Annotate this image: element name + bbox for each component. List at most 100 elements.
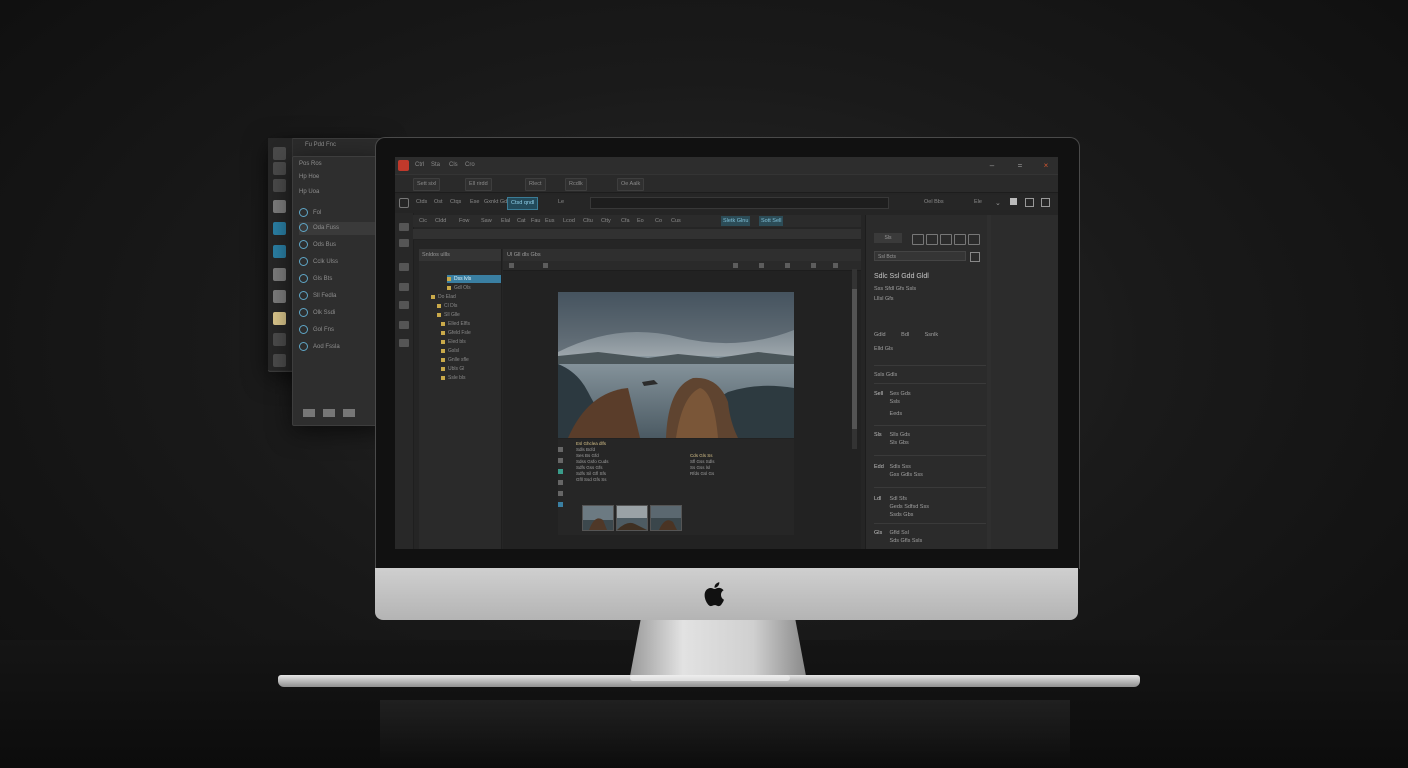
shelf-icon[interactable] [343,409,355,417]
path-segment[interactable]: Ost [431,197,446,208]
tree-row[interactable]: Gnlle sfle [441,356,469,364]
path-segment[interactable]: Ctds [413,197,430,208]
option-button[interactable]: Ell rirdd [465,178,492,191]
crop-tool-icon[interactable] [399,263,409,271]
shelf-icon[interactable] [323,409,335,417]
panel-icon[interactable] [1041,198,1050,207]
photo-icon[interactable] [273,268,286,281]
tab[interactable]: Fow [457,216,471,226]
tab[interactable]: Co [653,216,664,226]
menu-item[interactable]: Sta [431,157,440,174]
property-item[interactable]: Gls Gfld Ssl Sds Gfls Ssls [874,529,994,545]
tab-highlighted[interactable]: Sletk Glnu [721,216,751,226]
tree-row[interactable]: Elled Elfls [441,320,470,328]
minimize-button[interactable]: – [985,157,999,174]
shape-tool-icon[interactable] [399,339,409,347]
tab[interactable]: Cus [669,216,683,226]
move-tool-icon[interactable] [399,223,409,231]
path-right-item[interactable]: Ele [971,197,985,208]
thumbnail[interactable] [582,505,614,531]
tree-row[interactable]: Ssle bls [441,374,466,382]
tree-row[interactable]: Dss lvls [447,275,501,283]
tab[interactable]: Cat [515,216,528,226]
floating-list-item[interactable]: Oda Fuss [299,222,377,235]
property-item[interactable]: Sls Slls Gds Sls Gbs [874,431,994,447]
grid-icon[interactable] [273,222,286,235]
property-item[interactable]: Ldl Sdl Sfs Geds Sdfsd Sss Ssds Gbs [874,495,994,519]
lasso-tool-icon[interactable] [399,239,409,247]
option-button[interactable]: Rlect [525,178,546,191]
tab[interactable]: Eo [635,216,646,226]
tool-icon[interactable] [509,263,514,268]
option-button[interactable]: Oe Aalk [617,178,645,191]
tree-row[interactable]: Sll Glle [437,311,460,319]
floating-list-item[interactable]: Olk Ssdi [299,307,377,320]
brush-icon[interactable] [940,234,952,245]
tab[interactable]: Cldd [433,216,448,226]
tab[interactable]: Ctty [599,216,613,226]
path-right-item[interactable]: Oel Bbs [921,197,947,208]
image-icon[interactable] [954,234,966,245]
tool-icon[interactable] [759,263,764,268]
tab[interactable]: Eus [543,216,556,226]
tree-row[interactable]: Do Elad [431,293,456,301]
floating-list-item[interactable]: Sll Fedla [299,290,377,303]
canvas-scrollbar[interactable] [852,269,857,449]
floating-list-item[interactable]: Gol Fns [299,324,377,337]
frame-icon[interactable] [1025,198,1034,207]
floating-list-item[interactable]: Aod Fssla [299,341,377,354]
panel-tab[interactable]: Sls [874,233,902,243]
tree-row[interactable]: Ubls Gl [441,365,464,373]
tree-row[interactable]: Cl Dls [437,302,457,310]
option-button[interactable]: Sett sixl [413,178,441,191]
floating-list-item[interactable]: Gls Bts [299,273,377,286]
tool-icon[interactable] [733,263,738,268]
tab[interactable]: Cltu [581,216,595,226]
thumbnail[interactable] [650,505,682,531]
layers-icon[interactable] [273,162,286,175]
tool-icon[interactable] [833,263,838,268]
thumbnail[interactable] [616,505,648,531]
path-segment[interactable]: Ctqs [447,197,464,208]
tree-row[interactable]: Gfeld Fsle [441,329,471,337]
document-icon[interactable] [273,200,286,213]
ruler-icon[interactable] [273,333,286,346]
property-item[interactable]: Sell Ses Gds Ssls Eeds [874,390,994,418]
chevron-down-icon[interactable]: ⌄ [995,199,1001,207]
square-icon[interactable] [926,234,938,245]
type-tool-icon[interactable] [399,321,409,329]
menu-item[interactable]: Ctrl [415,157,424,174]
maximize-button[interactable]: = [1013,157,1027,174]
link-icon[interactable] [912,234,924,245]
floating-list-item[interactable]: Cclk Ulss [299,256,377,269]
tab[interactable]: Saw [479,216,494,226]
folder-icon[interactable] [273,179,286,192]
frame-icon[interactable] [968,234,980,245]
tree-row[interactable]: Gdl Ols [447,284,471,292]
sun-icon[interactable] [273,312,286,325]
tab[interactable]: Cfa [619,216,632,226]
tab[interactable]: Lcod [561,216,577,226]
home-icon[interactable] [273,147,286,160]
preset-dropdown[interactable]: Ssl Bcts [874,251,966,261]
floating-list-item[interactable]: Ods Bus [299,239,377,252]
path-segment-active[interactable]: Ctsd qndl [507,197,539,210]
path-segment[interactable]: Le [555,197,567,208]
tab[interactable]: Fau [529,216,542,226]
eraser-tool-icon[interactable] [399,301,409,309]
path-input[interactable] [590,197,889,209]
tab[interactable]: Cic [417,216,429,226]
tree-row[interactable]: Eled bls [441,338,466,346]
tab[interactable]: Elal [499,216,512,226]
tool-icon[interactable] [811,263,816,268]
settings-icon[interactable] [273,354,286,367]
tree-row[interactable]: Gslsl [441,347,459,355]
tool-icon[interactable] [785,263,790,268]
square-icon[interactable] [1010,198,1017,205]
shield-icon[interactable] [399,198,409,208]
dropdown-option-icon[interactable] [970,252,980,262]
landscape-photo[interactable] [558,292,794,438]
floating-list-search[interactable]: Fol [299,207,377,220]
shelf-icon[interactable] [303,409,315,417]
box-icon[interactable] [273,290,286,303]
